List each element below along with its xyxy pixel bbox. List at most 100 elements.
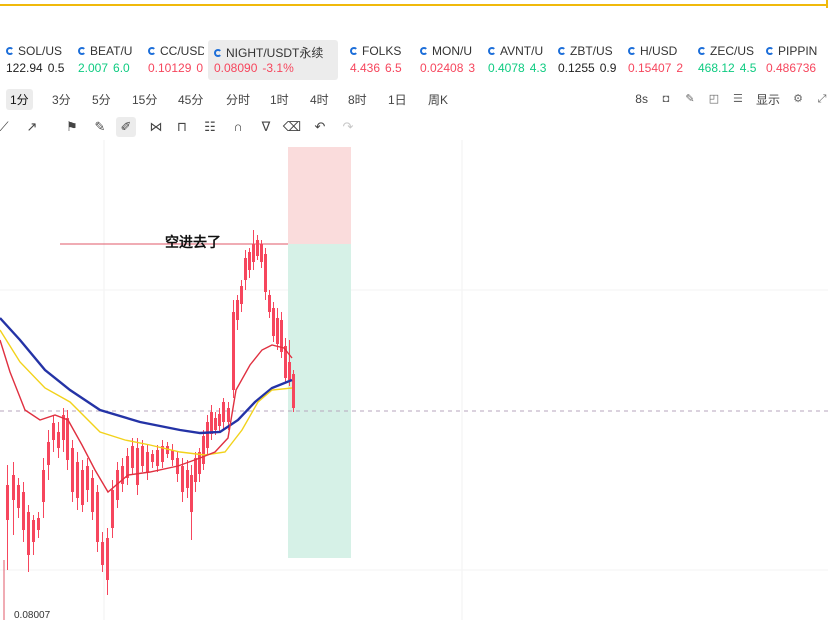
interval-tab-4[interactable]: 45分 [174,89,207,110]
ticker-price-value: 0.486736 [766,61,817,75]
ticker-symbol-text: H/USD [640,44,678,58]
countdown-label: 8s [635,92,648,106]
ticker-symbol-text: NIGHT/USDT永续 [226,46,324,60]
interval-tab-2[interactable]: 5分 [88,89,115,110]
lock-icon[interactable]: ⊓ [172,117,192,137]
ruler-icon[interactable]: ✎ [90,117,110,137]
ticker-price-value: 4.436 [350,61,381,75]
candle-body-46 [227,408,230,422]
ticker-1[interactable]: BEAT/U 2.007 6.0 [76,40,142,80]
ticker-5[interactable]: MON/U 0.02408 3 [418,40,482,80]
candle-body-48 [236,300,239,320]
coin-icon [350,47,358,55]
ticker-symbol: SOL/US [6,44,62,58]
pattern-icon[interactable]: ⋈ [146,117,166,137]
candle-body-7 [42,470,45,502]
display-button[interactable]: 显示 [756,91,780,108]
ticker-symbol-text: ZBT/US [570,44,613,58]
ticker-symbol: BEAT/U [78,44,132,58]
ticker-symbol-text: PIPPIN [778,44,818,58]
interval-tab-7[interactable]: 4时 [306,89,333,110]
ticker-change: 6.5 [385,61,402,75]
interval-tab-3[interactable]: 15分 [128,89,161,110]
candle-body-58 [276,318,279,344]
ticker-symbol: H/USD [628,44,677,58]
fullscreen-icon[interactable]: ⤢ [816,93,828,105]
candle-body-16 [86,466,89,490]
layout-icon[interactable]: ◰ [708,93,720,105]
stop-loss-zone[interactable] [288,147,351,244]
trend-line-icon[interactable]: ⟋ [0,117,14,137]
interval-tab-0[interactable]: 1分 [6,89,33,110]
ma-slow-line[interactable] [0,317,293,435]
ma-mid-line[interactable] [0,329,293,456]
coin-icon [628,47,636,55]
candle-body-37 [190,475,193,512]
candle-body-20 [106,538,109,580]
ticker-4[interactable]: FOLKS 4.436 6.5 [348,40,414,80]
candle-body-53 [256,240,259,256]
ticker-price-value: 0.08090 [214,61,258,75]
ticker-7[interactable]: ZBT/US 0.1255 0.9 [556,40,622,80]
coin-icon [488,47,496,55]
interval-tab-6[interactable]: 1时 [266,89,293,110]
candle-body-2 [17,485,20,508]
ticker-price: 0.1255 0.9 [558,61,616,75]
coin-icon [558,47,566,55]
undo-icon[interactable]: ↶ [310,117,330,137]
interval-tab-10[interactable]: 周K [424,89,452,110]
coin-icon [6,47,14,55]
flag-icon[interactable]: ⚑ [62,117,82,137]
pencil-icon[interactable]: ✎ [684,93,696,105]
ticker-10[interactable]: PIPPIN 0.486736 [764,40,828,80]
ticker-2[interactable]: CC/USD 0.10129 0 [146,40,204,80]
camera-icon[interactable]: ◘ [660,93,672,105]
candlestick-chart[interactable]: 空进去了 0.08007 [0,140,828,620]
drawing-toolbar: ⟋ ↗ ⚑ ✎ ✐ ⋈ ⊓ ☷ ∩ ∇ ⌫ ↶ ↷ [0,116,400,138]
filter-icon[interactable]: ∇ [256,117,276,137]
ticker-9[interactable]: ZEC/US 468.12 4.5 [696,40,760,80]
ticker-price: 122.94 0.5 [6,61,64,75]
ticker-0[interactable]: SOL/US 122.94 0.5 [4,40,70,80]
ticker-change: 0.5 [47,61,65,75]
note-icon[interactable]: ☷ [200,117,220,137]
trash-icon[interactable]: ⌫ [282,117,302,137]
ticker-price-value: 468.12 [698,61,735,75]
ticker-price: 0.10129 0 [148,61,203,75]
candle-body-9 [52,423,55,440]
chart-area[interactable]: 空进去了 0.08007 [0,140,828,620]
ticker-price: 0.08090 -3.1% [214,61,294,75]
brush-icon[interactable]: ✐ [116,117,136,137]
ticker-6[interactable]: AVNT/U 0.4078 4.3 [486,40,552,80]
candle-body-42 [210,412,213,434]
ticker-symbol: CC/USD [148,44,204,58]
candle-body-49 [240,286,243,304]
candle-body-47 [232,312,235,390]
ticker-price: 468.12 4.5 [698,61,756,75]
interval-tab-8[interactable]: 8时 [344,89,371,110]
coin-icon [78,47,86,55]
magnet-icon[interactable]: ∩ [228,117,248,137]
candle-body-12 [66,418,69,460]
candle-body-15 [81,470,84,505]
candle-body-10 [57,432,60,448]
ticker-price-value: 122.94 [6,61,43,75]
redo-icon[interactable]: ↷ [338,117,358,137]
take-profit-zone[interactable] [288,244,351,558]
interval-tab-1[interactable]: 3分 [48,89,75,110]
ticker-change: 4.5 [739,61,757,75]
ticker-symbol-text: BEAT/U [90,44,133,58]
ticker-3[interactable]: NIGHT/USDT永续 0.08090 -3.1% [208,40,338,80]
ray-icon[interactable]: ↗ [22,117,42,137]
annotation-text[interactable]: 空进去了 [165,234,221,251]
gear-icon[interactable]: ⚙ [792,93,804,105]
ticker-8[interactable]: H/USD 0.15407 2 [626,40,692,80]
interval-tab-5[interactable]: 分时 [222,89,254,110]
candle-body-4 [27,512,30,555]
ticker-price-value: 0.1255 [558,61,595,75]
interval-tab-9[interactable]: 1日 [384,89,411,110]
ticker-price: 2.007 6.0 [78,61,130,75]
indicator-list-icon[interactable]: ☰ [732,93,744,105]
candle-body-51 [248,252,251,270]
ticker-price-value: 0.4078 [488,61,525,75]
